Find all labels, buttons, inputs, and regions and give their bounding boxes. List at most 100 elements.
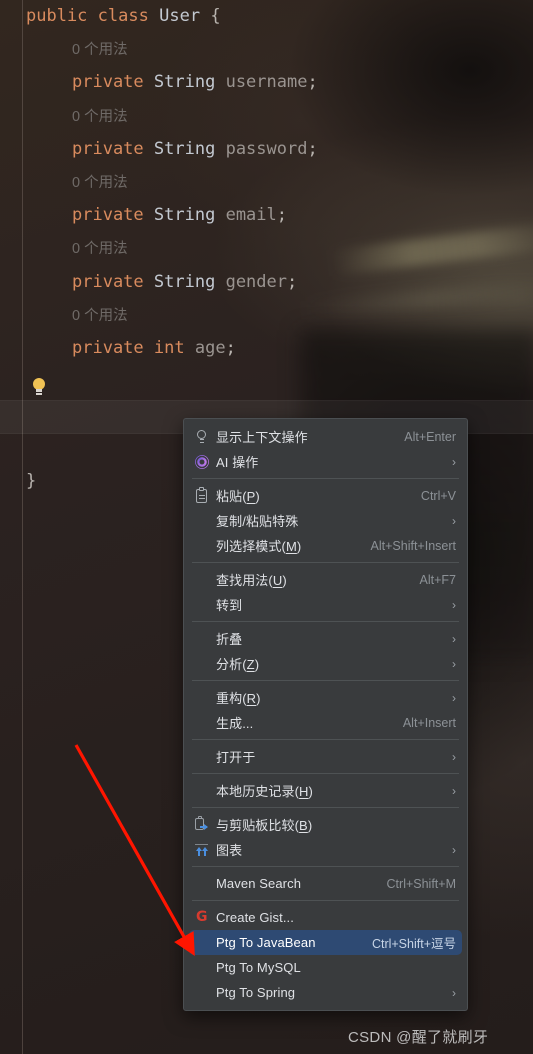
lightbulb-icon	[193, 429, 211, 445]
code-token: int	[153, 337, 185, 358]
menu-item-label: Create Gist...	[216, 910, 294, 925]
menu-item-与剪贴板比较[interactable]: 与剪贴板比较(B)	[184, 812, 467, 837]
menu-item-icon-placeholder	[193, 876, 211, 892]
menu-item-label: Maven Search	[216, 876, 302, 891]
usage-hint-line: 0 个用法	[0, 166, 533, 199]
chevron-right-icon: ›	[452, 783, 456, 798]
code-token: String	[153, 271, 216, 292]
menu-item-生成[interactable]: 生成... Alt+Insert	[184, 710, 467, 735]
usage-hint-line: 0 个用法	[0, 299, 533, 332]
menu-item-label: 本地历史记录(H)	[216, 784, 313, 799]
code-token: gender	[225, 271, 287, 292]
diff-clipboard-icon	[193, 815, 211, 833]
chevron-right-icon: ›	[452, 656, 456, 671]
menu-item-重构[interactable]: 重构(R) ›	[184, 685, 467, 710]
menu-item-shortcut: Alt+Insert	[402, 715, 456, 730]
chevron-right-icon: ›	[452, 749, 456, 764]
code-token: ;	[307, 138, 318, 159]
chevron-right-icon: ›	[452, 513, 456, 528]
menu-item-查找用法[interactable]: 查找用法(U) Alt+F7	[184, 567, 467, 592]
menu-separator	[192, 478, 459, 479]
code-token: String	[153, 72, 216, 93]
code-line: private String username;	[0, 66, 533, 99]
menu-separator	[192, 900, 459, 901]
menu-separator	[192, 680, 459, 681]
menu-item-ptg-to-mysql[interactable]: Ptg To MySQL	[184, 955, 467, 980]
code-token: private	[72, 271, 144, 292]
code-token: username	[225, 72, 308, 93]
menu-item-icon-placeholder	[193, 513, 211, 529]
menu-item-label: 打开于	[216, 750, 256, 765]
code-token: ;	[225, 337, 236, 358]
menu-item-显示上下文操作[interactable]: 显示上下文操作 Alt+Enter	[184, 424, 467, 449]
menu-item-icon-placeholder	[193, 572, 211, 588]
menu-item-label: 显示上下文操作	[216, 430, 308, 445]
ide-screenshot: public class User {0 个用法 private String u…	[0, 0, 533, 1054]
menu-item-分析[interactable]: 分析(Z) ›	[184, 651, 467, 676]
code-token: age	[194, 337, 226, 358]
menu-item-label: Ptg To JavaBean	[216, 935, 316, 950]
menu-separator	[192, 621, 459, 622]
menu-item-折叠[interactable]: 折叠 ›	[184, 626, 467, 651]
menu-item-icon-placeholder	[193, 783, 211, 799]
menu-item-ptg-to-javabean[interactable]: Ptg To JavaBean Ctrl+Shift+逗号	[189, 930, 462, 955]
code-token: String	[153, 205, 216, 226]
usage-hint-line: 0 个用法	[0, 100, 533, 133]
menu-item-icon-placeholder	[193, 597, 211, 613]
menu-item-ptg-to-spring[interactable]: Ptg To Spring ›	[184, 980, 467, 1005]
menu-item-shortcut: Ctrl+V	[420, 488, 456, 503]
menu-item-maven-search[interactable]: Maven Search Ctrl+Shift+M	[184, 871, 467, 896]
chevron-right-icon: ›	[452, 597, 456, 612]
menu-item-shortcut: Alt+F7	[419, 572, 456, 587]
code-token: ;	[307, 72, 318, 93]
menu-item-ai-操作[interactable]: AI 操作 ›	[184, 449, 467, 474]
menu-item-label: 粘贴(P)	[216, 489, 260, 504]
usage-hint-line: 0 个用法	[0, 33, 533, 66]
menu-item-列选择模式[interactable]: 列选择模式(M) Alt+Shift+Insert	[184, 533, 467, 558]
intention-bulb-icon[interactable]	[32, 378, 46, 396]
code-token: password	[225, 138, 308, 159]
menu-item-icon-placeholder	[193, 538, 211, 554]
menu-item-label: 分析(Z)	[216, 657, 260, 672]
menu-item-转到[interactable]: 转到 ›	[184, 592, 467, 617]
usage-hint-text: 0 个用法	[72, 42, 128, 59]
code-token: User	[159, 6, 201, 26]
menu-item-create-gist[interactable]: G Create Gist...	[184, 905, 467, 930]
code-token: private	[72, 337, 144, 358]
code-line: public class User {	[0, 0, 533, 33]
menu-item-icon-placeholder	[193, 631, 211, 647]
editor-context-menu[interactable]: 显示上下文操作 Alt+Enter AI 操作 › 粘贴(P) Ctrl+V 复制/粘贴特殊…	[183, 418, 468, 1011]
menu-item-粘贴[interactable]: 粘贴(P) Ctrl+V	[184, 483, 467, 508]
menu-item-icon-placeholder	[193, 690, 211, 706]
menu-item-本地历史记录[interactable]: 本地历史记录(H) ›	[184, 778, 467, 803]
watermark-text: CSDN @醒了就刷牙	[348, 1029, 489, 1046]
menu-item-label: 折叠	[216, 632, 243, 647]
menu-item-label: 转到	[216, 598, 243, 613]
chart-icon	[193, 842, 211, 858]
menu-item-shortcut: Alt+Shift+Insert	[370, 538, 456, 553]
usage-hint-line: 0 个用法	[0, 232, 533, 265]
menu-item-label: 列选择模式(M)	[216, 539, 302, 554]
menu-separator	[192, 866, 459, 867]
menu-item-打开于[interactable]: 打开于 ›	[184, 744, 467, 769]
menu-item-label: 复制/粘贴特殊	[216, 514, 299, 529]
chevron-right-icon: ›	[452, 631, 456, 646]
menu-item-label: Ptg To MySQL	[216, 960, 301, 975]
chevron-right-icon: ›	[452, 454, 456, 469]
chevron-right-icon: ›	[452, 842, 456, 857]
usage-hint-text: 0 个用法	[72, 241, 128, 258]
menu-item-复制-粘贴特殊[interactable]: 复制/粘贴特殊 ›	[184, 508, 467, 533]
menu-item-label: 图表	[216, 843, 243, 858]
menu-item-图表[interactable]: 图表 ›	[184, 837, 467, 862]
code-line: private String email;	[0, 199, 533, 232]
menu-separator	[192, 773, 459, 774]
